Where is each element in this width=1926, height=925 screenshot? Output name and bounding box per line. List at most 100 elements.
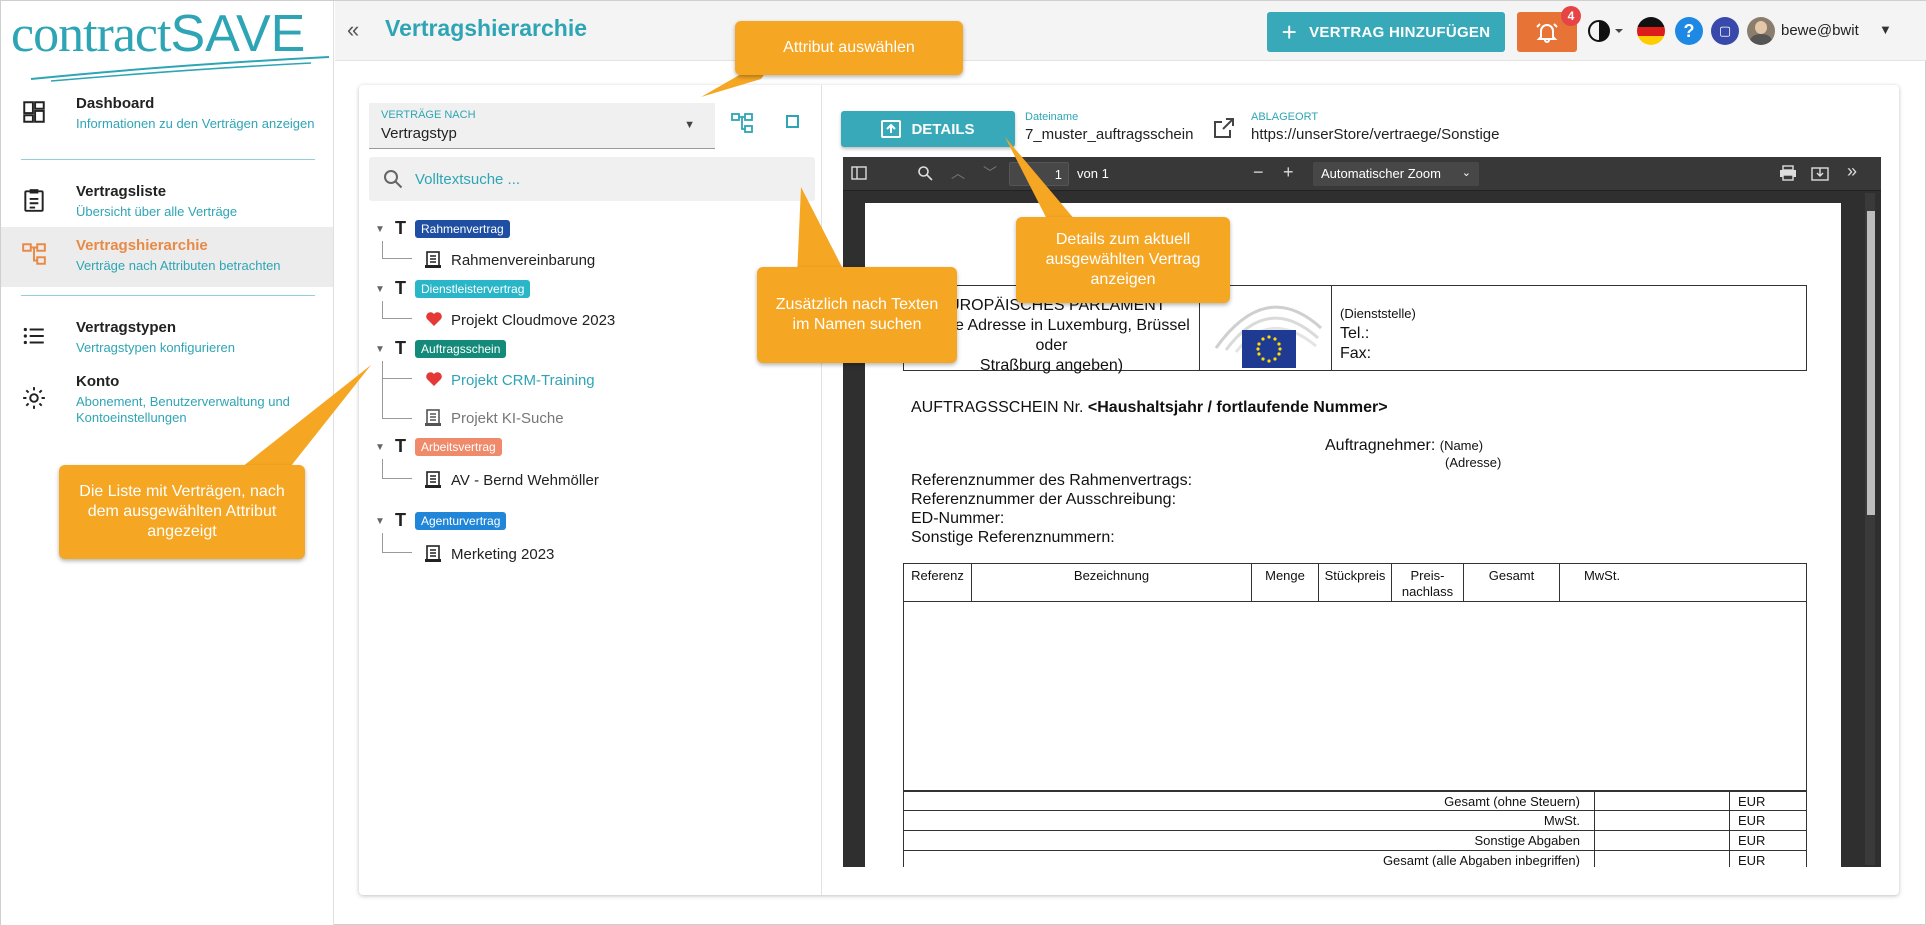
expand-caret-icon[interactable]: ▼ (375, 516, 385, 527)
attribute-select-value: Vertragstyp (381, 125, 457, 142)
zoom-select[interactable]: Automatischer Zoom ⌄ (1313, 162, 1479, 186)
page-title: Vertragshierarchie (385, 15, 588, 41)
contract-icon (425, 545, 441, 562)
pdf-scrollbar-thumb[interactable] (1867, 211, 1875, 515)
doc-ref-line: Sonstige Referenznummern: (911, 529, 1115, 546)
tree-connector (382, 459, 412, 479)
doc-total-label: MwSt. (1543, 813, 1580, 828)
expand-caret-icon[interactable]: ▼ (375, 284, 385, 295)
attribute-select-label: VERTRÄGE NACH (381, 109, 476, 121)
contract-icon (425, 251, 441, 268)
chevron-down-icon: ⌄ (1461, 167, 1471, 179)
help-icon[interactable]: ? (1675, 17, 1703, 45)
sidebar-item-konto[interactable]: Konto Abonement, Benutzerverwaltung und … (1, 363, 333, 433)
add-contract-button[interactable]: + VERTRAG HINZUFÜGEN (1267, 12, 1505, 52)
german-flag-icon[interactable] (1637, 17, 1665, 45)
pdf-document: EUROPÄISCHES PARLAMENT (Reelle Adresse i… (865, 203, 1841, 867)
sidebar-item-title: Vertragsliste (76, 183, 167, 200)
doc-items-table: Referenz Bezeichnung Menge Stückpreis Pr… (903, 563, 1807, 791)
doc-name: (Name) (1439, 438, 1484, 453)
doc-total-currency: EUR (1738, 794, 1766, 809)
contract-icon (425, 471, 441, 488)
doc-tel: Tel.: (1340, 325, 1370, 342)
notifications-button[interactable]: 4 (1517, 6, 1581, 52)
pdf-toolbar: ︿ ﹀ 1 von 1 − + Automatischer Zoom ⌄ » (843, 157, 1881, 191)
details-button-label: DETAILS (911, 120, 975, 138)
sidebar-divider (21, 159, 315, 160)
page-count: von 1 (1077, 166, 1109, 181)
doc-total-row: Gesamt (alle Abgaben inbegriffen) EUR (904, 851, 1806, 867)
search-icon[interactable] (917, 165, 933, 181)
panel-divider (821, 85, 822, 895)
doc-total-currency: EUR (1738, 853, 1766, 867)
chevron-down-icon[interactable]: ▼ (1879, 22, 1892, 37)
sidebar-item-dashboard[interactable]: Dashboard Informationen zu den Verträgen… (1, 85, 333, 145)
doc-totals-table: Gesamt (ohne Steuern) EUR MwSt. EUR Sons… (903, 791, 1807, 867)
more-tools-icon[interactable]: » (1847, 161, 1857, 182)
previous-page-icon[interactable]: ︿ (951, 163, 965, 183)
zoom-in-icon[interactable]: + (1283, 162, 1294, 183)
doc-ref-line: Referenznummer des Rahmenvertrags: (911, 472, 1193, 489)
doc-total-cell (1594, 831, 1730, 850)
doc-ref-line: ED-Nummer: (911, 510, 1005, 527)
expand-caret-icon[interactable]: ▼ (375, 224, 385, 235)
details-button[interactable]: DETAILS (841, 111, 1015, 147)
pdf-scrollbar[interactable] (1865, 193, 1875, 865)
doc-col-header: Referenz (904, 564, 972, 602)
doc-header-contact: (Dienststelle) Tel.: Fax: (1340, 304, 1416, 364)
username[interactable]: bewe@bwit (1781, 22, 1859, 39)
hierarchy-icon (22, 243, 46, 265)
fulltext-search-input[interactable]: Volltextsuche ... (369, 157, 815, 201)
heart-icon (426, 372, 442, 386)
doc-title-prefix: AUFTRAGSSCHEIN Nr. (911, 399, 1088, 416)
type-t-icon: T (395, 338, 406, 358)
avatar[interactable] (1747, 17, 1775, 45)
sidebar-toggle-icon[interactable] (851, 165, 867, 181)
group-badge: Rahmenvertrag (415, 220, 510, 238)
zoom-out-icon[interactable]: − (1253, 162, 1264, 183)
zoom-select-value: Automatischer Zoom (1321, 166, 1441, 181)
open-external-icon[interactable] (1213, 117, 1235, 139)
tree-connector (382, 377, 412, 419)
tree-item-label: AV - Bernd Wehmöller (451, 472, 599, 489)
type-t-icon: T (395, 436, 406, 456)
search-icon (384, 170, 403, 189)
tree-item-label: Projekt KI-Suche (451, 410, 564, 427)
collapse-sidebar-icon[interactable]: « (347, 17, 359, 43)
page-number-input[interactable]: 1 (1009, 162, 1069, 186)
doc-total-cell (1594, 811, 1730, 830)
contrast-icon (1588, 20, 1623, 42)
download-icon[interactable] (1811, 165, 1829, 181)
sidebar-item-vertragsliste[interactable]: Vertragsliste Übersicht über alle Verträ… (1, 173, 333, 233)
sidebar-item-vertragstypen[interactable]: Vertragstypen Vertragstypen konfiguriere… (1, 309, 333, 369)
group-badge: Arbeitsvertrag (415, 438, 502, 456)
expand-square-icon[interactable] (783, 111, 803, 133)
filename-label: Dateiname (1025, 111, 1079, 123)
pdf-page: EUROPÄISCHES PARLAMENT (Reelle Adresse i… (865, 203, 1841, 867)
group-badge: Agenturvertrag (415, 512, 507, 530)
info-box-icon[interactable]: ▢ (1711, 17, 1739, 45)
tree-connector (382, 241, 412, 259)
doc-total-cell (1594, 851, 1730, 867)
expand-caret-icon[interactable]: ▼ (375, 442, 385, 453)
pdf-viewer: ︿ ﹀ 1 von 1 − + Automatischer Zoom ⌄ » E… (843, 157, 1881, 867)
notification-count-badge: 4 (1561, 6, 1581, 26)
print-icon[interactable] (1779, 165, 1797, 181)
doc-reference-lines: Referenznummer des Rahmenvertrags: Refer… (911, 471, 1192, 547)
callout-search: Zusätzlich nach Texten im Namen suchen (757, 267, 957, 363)
attribute-select[interactable]: VERTRÄGE NACH Vertragstyp ▼ (369, 103, 715, 149)
tree-item-label: Merketing 2023 (451, 546, 555, 563)
sidebar-item-subtitle: Vertragstypen konfigurieren (76, 340, 235, 355)
theme-toggle[interactable] (1587, 19, 1627, 48)
tree-connector (382, 533, 412, 553)
sidebar-item-title: Konto (76, 373, 120, 390)
expand-caret-icon[interactable]: ▼ (375, 344, 385, 355)
next-page-icon[interactable]: ﹀ (983, 163, 997, 183)
callout-contract-list: Die Liste mit Verträgen, nach dem ausgew… (59, 465, 305, 559)
doc-total-cell (1594, 792, 1730, 811)
tree-view-icon[interactable] (729, 111, 755, 135)
sidebar-item-vertragshierarchie[interactable]: Vertragshierarchie Verträge nach Attribu… (1, 227, 333, 287)
tree-item-label: Rahmenvereinbarung (451, 252, 596, 269)
contractsave-logo[interactable]: contractSAVE (11, 5, 331, 82)
logo-swoosh-icon (30, 56, 330, 82)
